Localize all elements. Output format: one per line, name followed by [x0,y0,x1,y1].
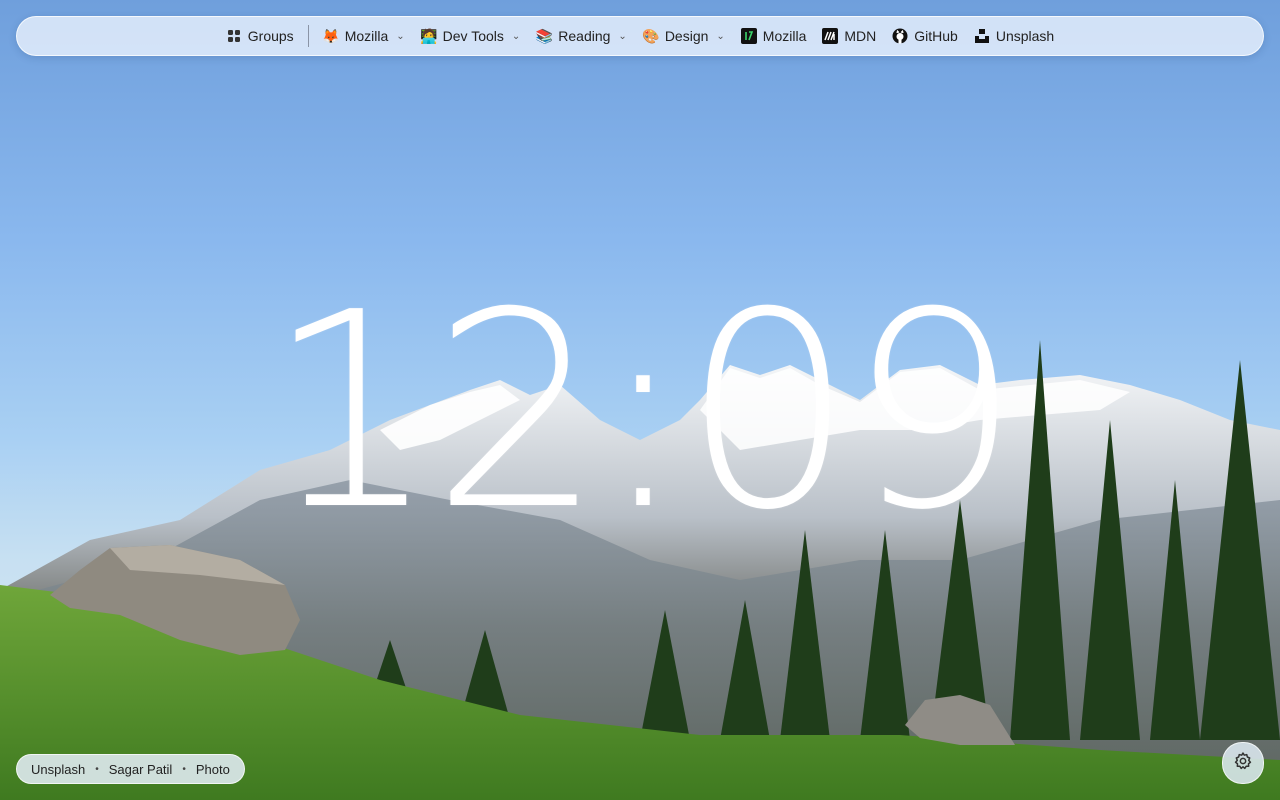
bookmark-folder-mozilla[interactable]: 🦊 Mozilla ⌄ [315,21,413,51]
settings-button[interactable] [1222,742,1264,784]
technologist-icon: 🧑‍💻 [419,28,438,44]
groups-button[interactable]: Groups [218,21,302,51]
bookmark-folder-label: Design [664,28,709,44]
bookmarks-bar: Groups 🦊 Mozilla ⌄ 🧑‍💻 Dev Tools ⌄ 📚 Rea… [16,16,1264,56]
bookmark-link-label: MDN [844,28,877,44]
mozilla-icon [740,28,757,44]
github-icon [892,28,908,44]
mdn-icon [822,28,839,44]
bookmark-link-label: Unsplash [995,28,1055,44]
bookmark-link-github[interactable]: GitHub [884,21,966,51]
bookmark-folder-label: Mozilla [344,28,389,44]
bookmark-folder-dev-tools[interactable]: 🧑‍💻 Dev Tools ⌄ [413,21,529,51]
bookmark-link-label: GitHub [914,28,958,44]
palette-icon: 🎨 [642,28,660,44]
books-icon: 📚 [535,28,553,44]
clock-time: 12:09 [265,254,1020,569]
bookmark-folder-label: Reading [558,28,611,44]
bookmark-link-unsplash[interactable]: Unsplash [966,21,1062,51]
chevron-down-icon: ⌄ [618,30,627,42]
grid-icon [226,28,242,44]
chevron-down-icon: ⌄ [396,30,405,42]
fox-icon: 🦊 [321,28,340,44]
credit-source-link[interactable]: Unsplash [31,762,85,777]
bookmark-folder-label: Dev Tools [442,28,504,44]
bookmark-link-mdn[interactable]: MDN [814,21,884,51]
credit-author-link[interactable]: Sagar Patil [109,762,173,777]
bookmarks-divider [307,25,309,47]
bookmark-folder-reading[interactable]: 📚 Reading ⌄ [528,21,635,51]
chevron-down-icon: ⌄ [511,30,521,42]
bookmark-folder-design[interactable]: 🎨 Design ⌄ [635,21,733,51]
bookmark-link-label: Mozilla [762,28,807,44]
gear-icon [1233,751,1253,776]
separator-dot: • [95,763,99,775]
unsplash-icon [974,28,990,44]
groups-label: Groups [247,28,294,44]
chevron-down-icon: ⌄ [716,30,725,42]
bookmark-link-mozilla[interactable]: Mozilla [733,21,815,51]
photo-credit: Unsplash • Sagar Patil • Photo [16,754,245,784]
credit-photo-link[interactable]: Photo [196,762,230,777]
separator-dot: • [182,763,186,775]
